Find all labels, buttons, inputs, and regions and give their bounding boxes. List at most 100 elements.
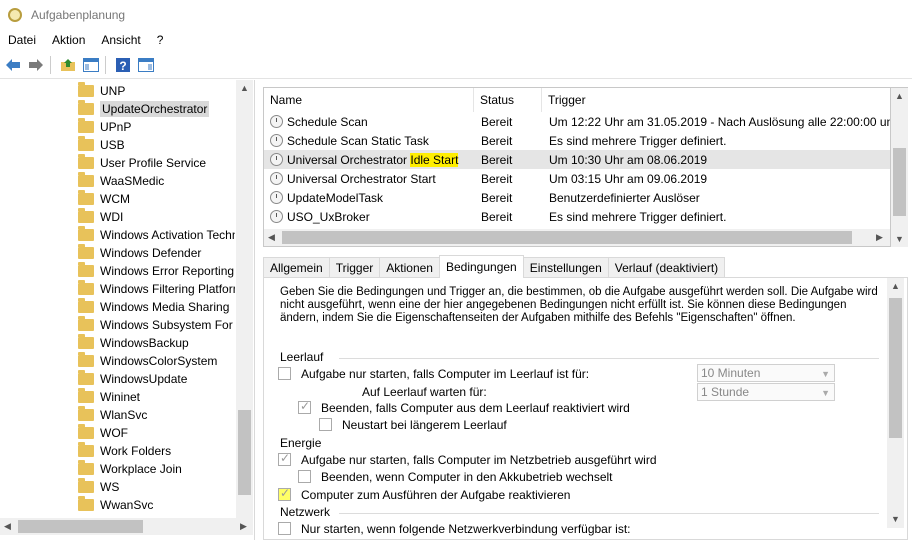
folder-icon	[78, 352, 94, 367]
task-row[interactable]: USO_UxBroker Bereit Es sind mehrere Trig…	[264, 207, 890, 226]
task-row[interactable]: Schedule Scan Bereit Um 12:22 Uhr am 31.…	[264, 112, 890, 131]
up-folder-icon[interactable]	[58, 55, 78, 75]
console-tree-icon[interactable]	[81, 55, 101, 75]
power-battery-checkbox[interactable]	[298, 470, 311, 483]
power-ac-checkbox[interactable]	[278, 451, 291, 466]
scrollbar-thumb[interactable]	[282, 231, 852, 244]
scroll-left-icon[interactable]: ◀	[268, 232, 275, 243]
task-list-horizontal-scrollbar[interactable]: ◀ ▶	[264, 229, 890, 246]
task-row[interactable]: UpdateModelTask Bereit Benutzerdefiniert…	[264, 188, 890, 207]
tree-item[interactable]: WindowsUpdate	[78, 370, 235, 388]
menu-aktion[interactable]: Aktion	[44, 33, 93, 47]
task-clock-icon	[270, 153, 283, 166]
idle-start-checkbox[interactable]	[278, 367, 291, 380]
folder-icon	[78, 442, 94, 457]
idle-wait-dropdown[interactable]: 1 Stunde ▼	[697, 383, 835, 401]
section-energie: Energie	[280, 436, 322, 450]
column-header-trigger[interactable]: Trigger	[542, 88, 890, 112]
tree-item[interactable]: WCM	[78, 190, 235, 208]
scroll-left-icon[interactable]: ◀	[4, 521, 11, 532]
task-list-vertical-scrollbar[interactable]: ▲ ▼	[891, 87, 908, 247]
task-row-selected[interactable]: Universal Orchestrator Idle Start Bereit…	[264, 150, 890, 169]
tree-item[interactable]: User Profile Service	[78, 154, 235, 172]
tree-horizontal-scrollbar[interactable]: ◀ ▶	[0, 518, 253, 535]
task-row[interactable]: Schedule Scan Static Task Bereit Es sind…	[264, 131, 890, 150]
action-pane-icon[interactable]	[136, 55, 156, 75]
tab-aktionen[interactable]: Aktionen	[379, 257, 440, 278]
help-icon[interactable]: ?	[113, 55, 133, 75]
tab-einstellungen[interactable]: Einstellungen	[522, 257, 609, 278]
scroll-down-icon[interactable]: ▼	[891, 514, 900, 524]
tree-item[interactable]: Windows Activation Techn	[78, 226, 235, 244]
idle-stop-checkbox[interactable]	[298, 399, 311, 414]
tree-item[interactable]: Windows Media Sharing	[78, 298, 235, 316]
tree-item[interactable]: UNP	[78, 82, 235, 100]
scroll-down-icon[interactable]: ▼	[895, 234, 904, 244]
scroll-up-icon[interactable]: ▲	[891, 281, 900, 291]
wake-computer-label: Computer zum Ausführen der Aufgabe reakt…	[301, 488, 571, 502]
tree-item[interactable]: WindowsColorSystem	[78, 352, 235, 370]
column-header-name[interactable]: Name	[264, 88, 474, 112]
window-title: Aufgabenplanung	[31, 8, 126, 22]
tree-item[interactable]: WlanSvc	[78, 406, 235, 424]
tree-item[interactable]: Wininet	[78, 388, 235, 406]
tree-item[interactable]: Windows Error Reporting	[78, 262, 235, 280]
tab-allgemein[interactable]: Allgemein	[263, 257, 330, 278]
folder-icon	[78, 100, 94, 115]
tree-item[interactable]: WDI	[78, 208, 235, 226]
tree-item[interactable]: WwanSvc	[78, 496, 235, 514]
conditions-vertical-scrollbar[interactable]: ▲ ▼	[887, 278, 904, 528]
tree-vertical-scrollbar[interactable]: ▲	[236, 80, 253, 520]
tab-verlauf[interactable]: Verlauf (deaktiviert)	[607, 257, 726, 278]
scrollbar-thumb[interactable]	[18, 520, 143, 533]
wake-computer-checkbox[interactable]	[278, 486, 291, 501]
idle-restart-checkbox[interactable]	[319, 418, 332, 431]
folder-icon	[78, 298, 94, 313]
tree-item[interactable]: UPnP	[78, 118, 235, 136]
power-battery-label: Beenden, wenn Computer in den Akkubetrie…	[321, 470, 613, 484]
menu-help[interactable]: ?	[149, 33, 172, 47]
tab-trigger[interactable]: Trigger	[328, 257, 381, 278]
highlighted-text: Idle Start	[410, 152, 459, 167]
tree-item[interactable]: Windows Filtering Platforn	[78, 280, 235, 298]
tree-item[interactable]: Windows Subsystem For L	[78, 316, 235, 334]
folder-icon	[78, 226, 94, 241]
menu-ansicht[interactable]: Ansicht	[93, 33, 148, 47]
folder-icon	[78, 280, 94, 295]
folder-icon	[78, 370, 94, 385]
tree-item[interactable]: WS	[78, 478, 235, 496]
property-tabs: Allgemein Trigger Aktionen Bedingungen E…	[263, 255, 726, 278]
scroll-up-icon[interactable]: ▲	[895, 91, 904, 101]
task-row[interactable]: Universal Orchestrator Start Bereit Um 0…	[264, 169, 890, 188]
folder-icon	[78, 424, 94, 439]
task-clock-icon	[270, 115, 283, 128]
task-list: Name Status Trigger Schedule Scan Bereit…	[263, 87, 891, 247]
back-arrow-icon[interactable]	[3, 55, 23, 75]
tree-item[interactable]: USB	[78, 136, 235, 154]
idle-stop-label: Beenden, falls Computer aus dem Leerlauf…	[321, 401, 630, 415]
tree-item[interactable]: Windows Defender	[78, 244, 235, 262]
tree-item[interactable]: Workplace Join	[78, 460, 235, 478]
scroll-right-icon[interactable]: ▶	[240, 521, 247, 532]
tree-item-selected[interactable]: UpdateOrchestrator	[78, 100, 235, 118]
scrollbar-thumb[interactable]	[238, 410, 251, 495]
network-label: Nur starten, wenn folgende Netzwerkverbi…	[301, 522, 631, 536]
column-header-status[interactable]: Status	[474, 88, 542, 112]
section-leerlauf: Leerlauf	[280, 350, 324, 364]
tree-item[interactable]: WOF	[78, 424, 235, 442]
folder-icon	[78, 208, 94, 223]
network-checkbox[interactable]	[278, 522, 291, 535]
idle-duration-dropdown[interactable]: 10 Minuten ▼	[697, 364, 835, 382]
folder-icon	[78, 496, 94, 511]
tree-item[interactable]: WaaSMedic	[78, 172, 235, 190]
scroll-up-icon[interactable]: ▲	[240, 83, 249, 93]
tree-item[interactable]: WindowsBackup	[78, 334, 235, 352]
scrollbar-thumb[interactable]	[889, 298, 902, 438]
tab-bedingungen[interactable]: Bedingungen	[438, 255, 524, 278]
menu-datei[interactable]: Datei	[0, 33, 44, 47]
scrollbar-thumb[interactable]	[893, 148, 906, 216]
forward-arrow-icon[interactable]	[26, 55, 46, 75]
scroll-right-icon[interactable]: ▶	[876, 232, 883, 243]
folder-icon	[78, 406, 94, 421]
tree-item[interactable]: Work Folders	[78, 442, 235, 460]
